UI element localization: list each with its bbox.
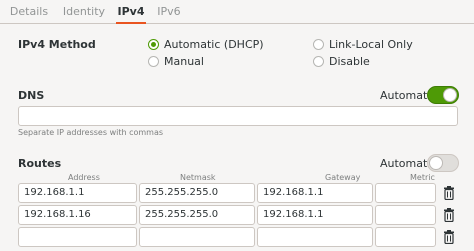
- ipv4-method-label: IPv4 Method: [18, 38, 96, 51]
- route-2-gateway-input[interactable]: 192.168.1.1: [257, 205, 373, 225]
- dns-hint: Separate IP addresses with commas: [18, 128, 164, 137]
- route-1-address-input[interactable]: 192.168.1.1: [18, 183, 137, 203]
- radio-unchecked-icon: [313, 56, 324, 67]
- radio-disable[interactable]: Disable: [313, 55, 370, 68]
- route-2-netmask-input[interactable]: 255.255.255.0: [139, 205, 255, 225]
- trash-icon[interactable]: [443, 230, 455, 244]
- radio-manual[interactable]: Manual: [148, 55, 204, 68]
- tab-ipv4[interactable]: IPv4: [116, 0, 146, 24]
- switch-knob: [429, 156, 443, 170]
- column-header-gateway: Gateway: [325, 173, 361, 182]
- switch-knob: [443, 88, 457, 102]
- tab-details[interactable]: Details: [4, 0, 54, 24]
- routes-automatic-switch[interactable]: [427, 154, 459, 172]
- route-1-gateway-input[interactable]: 192.168.1.1: [257, 183, 373, 203]
- column-header-netmask: Netmask: [180, 173, 216, 182]
- dns-label: DNS: [18, 89, 45, 102]
- radio-checked-icon: [148, 39, 159, 50]
- radio-link-local-only[interactable]: Link-Local Only: [313, 38, 413, 51]
- trash-icon[interactable]: [443, 208, 455, 222]
- route-1-metric-input[interactable]: [375, 183, 436, 203]
- radio-manual-label: Manual: [164, 55, 204, 68]
- radio-unchecked-icon: [148, 56, 159, 67]
- radio-automatic-dhcp-label: Automatic (DHCP): [164, 38, 264, 51]
- radio-link-local-only-label: Link-Local Only: [329, 38, 413, 51]
- dns-input[interactable]: [18, 106, 458, 126]
- dns-automatic-switch[interactable]: [427, 86, 459, 104]
- trash-icon[interactable]: [443, 186, 455, 200]
- route-2-address-input[interactable]: 192.168.1.16: [18, 205, 137, 225]
- tab-identity[interactable]: Identity: [58, 0, 110, 24]
- route-3-gateway-input[interactable]: [257, 227, 373, 247]
- tab-ipv6[interactable]: IPv6: [154, 0, 184, 24]
- route-1-netmask-input[interactable]: 255.255.255.0: [139, 183, 255, 203]
- column-header-address: Address: [68, 173, 100, 182]
- radio-unchecked-icon: [313, 39, 324, 50]
- radio-automatic-dhcp[interactable]: Automatic (DHCP): [148, 38, 264, 51]
- tab-bar: Details Identity IPv4 IPv6: [0, 0, 474, 24]
- route-2-metric-input[interactable]: [375, 205, 436, 225]
- column-header-metric: Metric: [410, 173, 435, 182]
- route-3-metric-input[interactable]: [375, 227, 436, 247]
- radio-disable-label: Disable: [329, 55, 370, 68]
- route-3-netmask-input[interactable]: [139, 227, 255, 247]
- routes-label: Routes: [18, 157, 62, 170]
- route-3-address-input[interactable]: [18, 227, 137, 247]
